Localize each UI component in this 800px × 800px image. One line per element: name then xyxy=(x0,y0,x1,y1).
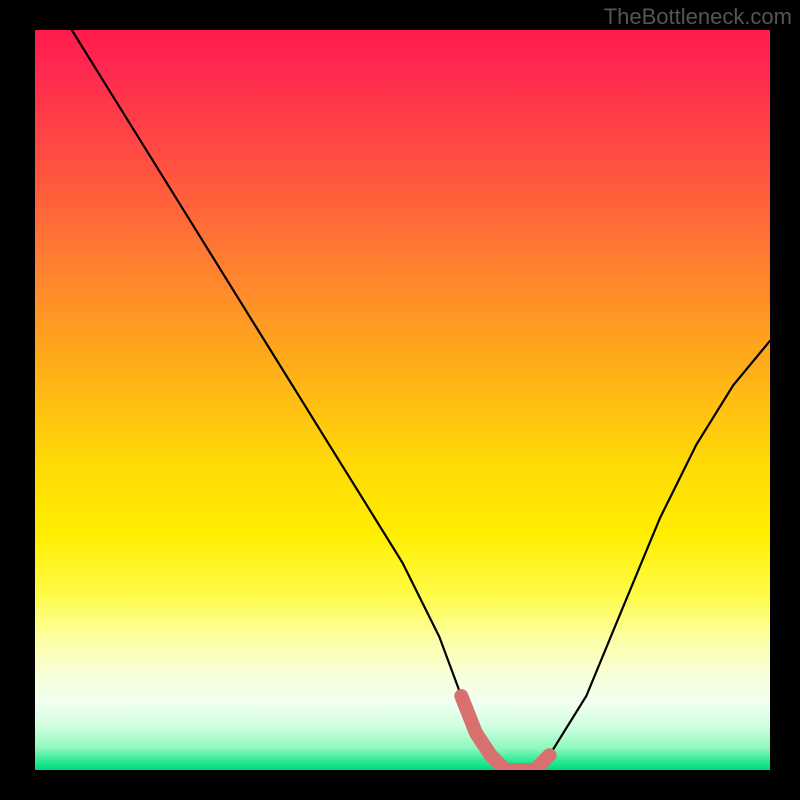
bottleneck-chart xyxy=(35,30,770,770)
bottleneck-curve-line xyxy=(72,30,770,770)
watermark-text: TheBottleneck.com xyxy=(604,4,792,30)
sweet-spot-highlight xyxy=(461,696,549,770)
